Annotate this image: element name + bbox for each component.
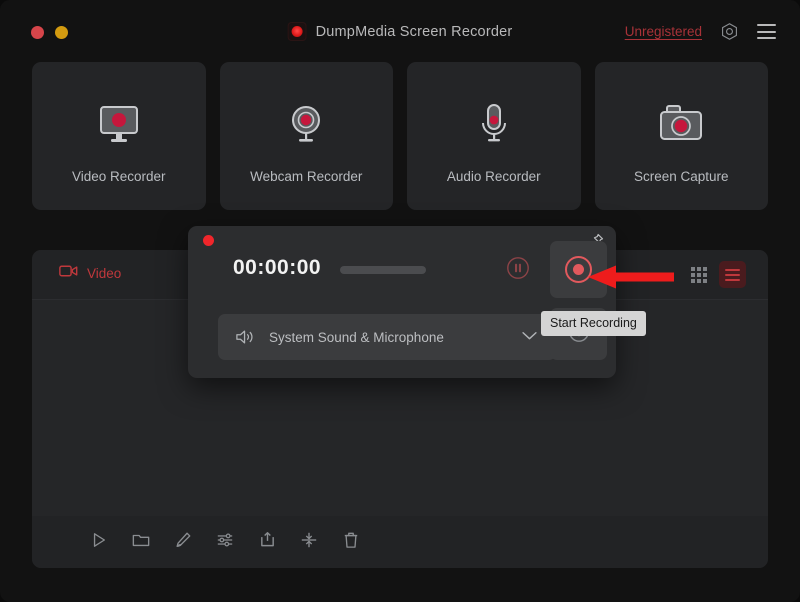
share-button[interactable] — [246, 525, 288, 559]
record-circle-icon — [565, 256, 592, 283]
card-audio-recorder[interactable]: Audio Recorder — [407, 62, 581, 210]
card-webcam-recorder[interactable]: Webcam Recorder — [220, 62, 394, 210]
compress-icon — [300, 531, 318, 554]
sliders-icon — [216, 532, 234, 553]
recording-timer: 00:00:00 — [233, 256, 321, 280]
bottom-toolbar — [32, 516, 768, 568]
minimize-button[interactable] — [55, 26, 68, 39]
list-icon — [725, 269, 740, 281]
audio-source-value: System Sound & Microphone — [269, 330, 444, 345]
pause-circle-icon — [506, 267, 530, 284]
grid-icon — [691, 267, 707, 283]
start-recording-button[interactable] — [550, 241, 607, 298]
monitor-record-icon — [95, 89, 143, 147]
unregistered-link[interactable]: Unregistered — [625, 24, 702, 39]
app-window: DumpMedia Screen Recorder Unregistered — [0, 0, 800, 602]
card-label: Webcam Recorder — [250, 169, 362, 184]
hex-gear-icon[interactable] — [720, 22, 739, 41]
delete-button[interactable] — [330, 525, 372, 559]
hamburger-menu-icon[interactable] — [757, 24, 776, 39]
adjust-button[interactable] — [204, 525, 246, 559]
play-button[interactable] — [78, 525, 120, 559]
folder-icon — [132, 532, 150, 553]
floating-recorder-panel: 00:00:00 System Sound & — [188, 226, 616, 378]
title-bar: DumpMedia Screen Recorder Unregistered — [0, 0, 800, 66]
pause-button[interactable] — [506, 256, 530, 280]
chevron-down-icon — [521, 328, 538, 346]
tab-video[interactable]: Video — [59, 264, 121, 283]
card-video-recorder[interactable]: Video Recorder — [32, 62, 206, 210]
card-screen-capture[interactable]: Screen Capture — [595, 62, 769, 210]
camera-record-icon — [655, 89, 707, 147]
page-title: DumpMedia Screen Recorder — [316, 24, 513, 40]
list-view-button[interactable] — [719, 261, 746, 288]
folder-button[interactable] — [120, 525, 162, 559]
card-label: Video Recorder — [72, 169, 166, 184]
audio-source-select[interactable]: System Sound & Microphone — [218, 314, 556, 360]
tab-video-label: Video — [87, 266, 121, 281]
close-button[interactable] — [31, 26, 44, 39]
pencil-icon — [174, 531, 192, 554]
mode-cards: Video Recorder Webcam Recorder — [32, 62, 768, 210]
webcam-record-icon — [282, 89, 330, 147]
card-label: Screen Capture — [634, 169, 729, 184]
compress-button[interactable] — [288, 525, 330, 559]
edit-button[interactable] — [162, 525, 204, 559]
video-camera-icon — [59, 264, 78, 283]
recording-indicator — [203, 235, 214, 246]
title-bar-actions: Unregistered — [625, 22, 776, 41]
card-label: Audio Recorder — [447, 169, 541, 184]
grid-view-button[interactable] — [685, 261, 712, 288]
window-controls — [31, 26, 68, 39]
tooltip-start-recording: Start Recording — [541, 311, 646, 336]
upload-box-icon — [259, 531, 276, 553]
trash-icon — [343, 531, 359, 554]
view-mode-toggle — [685, 261, 746, 288]
waveform-placeholder — [340, 266, 426, 274]
microphone-record-icon — [470, 89, 518, 147]
speaker-icon — [235, 328, 255, 346]
play-icon — [91, 532, 107, 553]
app-title-group: DumpMedia Screen Recorder — [288, 22, 513, 41]
record-dot-icon — [288, 22, 307, 41]
